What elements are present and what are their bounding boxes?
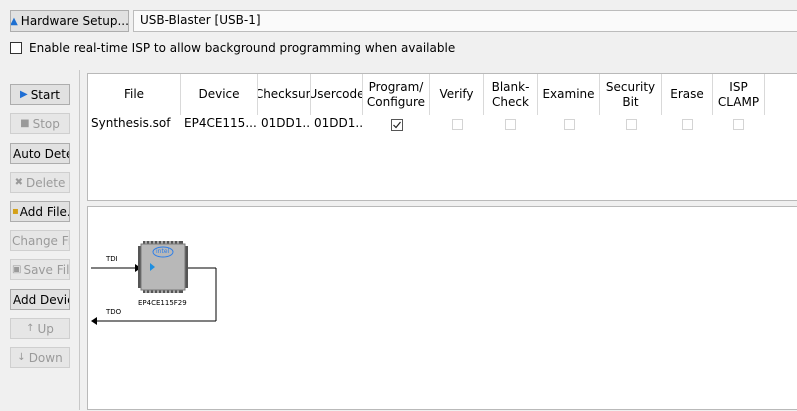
- save-icon: ▣: [12, 264, 22, 275]
- stop-button[interactable]: ■ Stop: [10, 113, 70, 134]
- col-blank-check[interactable]: Blank- Check: [484, 74, 538, 115]
- add-device-button[interactable]: Add Devic: [10, 289, 70, 310]
- col-verify[interactable]: Verify: [430, 74, 484, 115]
- up-label: Up: [37, 321, 54, 336]
- stop-label: Stop: [32, 116, 60, 131]
- col-erase[interactable]: Erase: [662, 74, 713, 115]
- tdo-label: TDO: [106, 308, 122, 316]
- down-icon: ↓: [17, 352, 26, 363]
- cell-file: Synthesis.sof: [91, 116, 171, 130]
- hardware-field: USB-Blaster [USB-1]: [133, 10, 797, 32]
- delete-button[interactable]: ✖ Delete: [10, 172, 70, 193]
- add-file-button[interactable]: ▪ Add File.: [10, 201, 70, 222]
- security-bit-checkbox[interactable]: [626, 119, 637, 130]
- add-file-label: Add File.: [19, 204, 70, 219]
- col-examine[interactable]: Examine: [538, 74, 600, 115]
- save-file-button[interactable]: ▣ Save File: [10, 259, 70, 280]
- col-program[interactable]: Program/ Configure: [363, 74, 430, 115]
- jtag-chain-diagram: [91, 241, 217, 325]
- verify-checkbox[interactable]: [452, 119, 463, 130]
- cell-checksum: 01DD1...: [261, 116, 311, 130]
- delete-label: Delete: [25, 175, 66, 190]
- isp-clamp-checkbox[interactable]: [733, 119, 744, 130]
- change-file-label: Change Fil: [12, 233, 70, 248]
- isp-label: Enable real-time ISP to allow background…: [29, 41, 456, 55]
- chip-label: EP4CE115F29: [138, 299, 187, 307]
- cell-usercode: 01DD1...: [314, 116, 363, 130]
- intel-logo: intel: [156, 248, 170, 255]
- erase-checkbox[interactable]: [682, 119, 693, 130]
- start-button[interactable]: ▶ Start: [10, 84, 70, 105]
- start-icon: ▶: [19, 89, 28, 100]
- add-file-icon: ▪: [12, 206, 19, 217]
- col-checksum[interactable]: Checksun: [258, 74, 311, 115]
- up-button[interactable]: ↑ Up: [10, 318, 70, 339]
- down-label: Down: [28, 350, 63, 365]
- col-security-bit[interactable]: Security Bit: [600, 74, 662, 115]
- isp-checkbox[interactable]: [10, 42, 22, 54]
- start-label: Start: [30, 87, 61, 102]
- col-isp-clamp[interactable]: ISP CLAMP: [713, 74, 765, 115]
- hardware-setup-label: Hardware Setup...: [20, 14, 129, 28]
- add-device-label: Add Devic: [13, 292, 70, 307]
- col-device[interactable]: Device: [181, 74, 258, 115]
- examine-checkbox[interactable]: [564, 119, 575, 130]
- cell-device: EP4CE115...: [184, 116, 257, 130]
- auto-detect-label: Auto Dete: [13, 146, 70, 161]
- blank-check-checkbox[interactable]: [505, 119, 516, 130]
- up-icon: ↑: [26, 323, 35, 334]
- col-usercode[interactable]: Usercode: [311, 74, 363, 115]
- col-file[interactable]: File: [88, 74, 181, 115]
- change-file-button[interactable]: Change Fil: [10, 230, 70, 251]
- down-button[interactable]: ↓ Down: [10, 347, 70, 368]
- jtag-chain-panel: TDI TDO intel EP4CE115F29: [87, 206, 797, 410]
- hardware-icon: ▲: [10, 15, 18, 27]
- hardware-setup-button[interactable]: ▲ Hardware Setup...: [10, 10, 129, 32]
- device-table: File Device Checksun Usercode Program/ C…: [87, 73, 797, 201]
- save-file-label: Save File: [23, 262, 70, 277]
- stop-icon: ■: [20, 118, 30, 129]
- tdi-label: TDI: [106, 255, 118, 263]
- program-checkbox[interactable]: [391, 119, 403, 131]
- delete-icon: ✖: [14, 177, 23, 188]
- auto-detect-button[interactable]: Auto Dete: [10, 143, 70, 164]
